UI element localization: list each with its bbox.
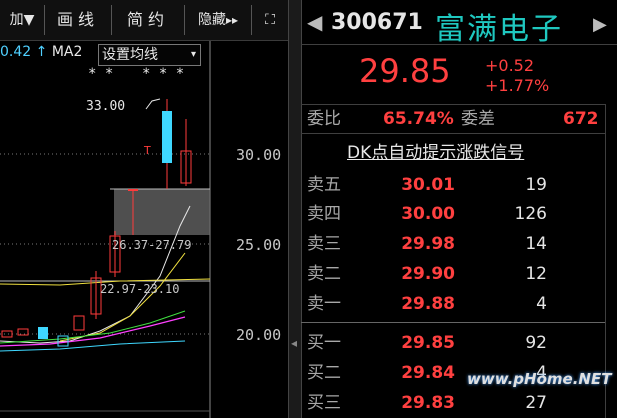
next-stock-icon[interactable]: ▶ bbox=[593, 14, 607, 35]
star-markers-left: * * bbox=[88, 66, 114, 82]
prev-stock-icon[interactable]: ◀ bbox=[307, 10, 322, 34]
bid-label: 买三 bbox=[307, 393, 341, 413]
ask-volume: 12 bbox=[525, 264, 547, 284]
bid-label: 买二 bbox=[307, 363, 341, 383]
ask-row-1[interactable]: 卖一 29.88 4 bbox=[301, 291, 601, 317]
bid-price: 29.85 bbox=[401, 333, 455, 353]
ask-volume: 4 bbox=[536, 294, 547, 314]
last-price: 29.85 bbox=[359, 52, 451, 90]
zone-lower-label: 22.97-23.10 bbox=[100, 282, 180, 296]
change-value: +0.52 bbox=[485, 56, 535, 75]
divider bbox=[301, 133, 605, 134]
watermark: www.pHome.NET bbox=[467, 370, 612, 388]
candle bbox=[73, 315, 85, 331]
divider bbox=[301, 322, 605, 323]
bid-label: 买一 bbox=[307, 333, 341, 353]
ask-label: 卖一 bbox=[307, 294, 341, 314]
ask-row-4[interactable]: 卖四 30.00 126 bbox=[301, 201, 601, 227]
weicha-value: 672 bbox=[563, 109, 599, 129]
ask-row-3[interactable]: 卖三 29.98 14 bbox=[301, 231, 601, 257]
simple-mode-button[interactable]: 简约 bbox=[112, 5, 185, 35]
ma-green-line bbox=[0, 310, 186, 344]
gap-zone bbox=[114, 189, 210, 235]
high-price-label: 33.00 bbox=[86, 99, 126, 114]
high-marker-arrow-icon bbox=[145, 98, 161, 110]
candle bbox=[128, 189, 138, 191]
ask-price: 30.01 bbox=[401, 175, 455, 195]
stock-name: 富满电子 bbox=[435, 12, 563, 47]
chart-toolbar: 加▼ 画线 简约 隐藏▸▸ ⛶ bbox=[0, 0, 290, 41]
add-label: 加 bbox=[9, 12, 24, 28]
ask-price: 30.00 bbox=[401, 204, 455, 224]
divider bbox=[301, 104, 605, 105]
weicha-label: 委差 bbox=[461, 109, 495, 129]
ask-volume: 126 bbox=[514, 204, 547, 224]
hide-button[interactable]: 隐藏▸▸ bbox=[185, 5, 252, 35]
hide-label: 隐藏 bbox=[197, 12, 226, 28]
axis-label-30: 30.00 bbox=[236, 146, 282, 164]
ask-volume: 19 bbox=[525, 175, 547, 195]
weibi-label: 委比 bbox=[307, 109, 341, 129]
ask-price: 29.90 bbox=[401, 264, 455, 284]
change-percent: +1.77% bbox=[485, 76, 550, 95]
double-arrow-right-icon: ▸▸ bbox=[225, 13, 239, 27]
price-change: +0.52 +1.77% bbox=[485, 56, 549, 96]
bid-volume: 92 bbox=[525, 333, 547, 353]
draw-line-button[interactable]: 画线 bbox=[45, 5, 112, 35]
kline-chart[interactable]: T bbox=[0, 41, 288, 418]
add-indicator-button[interactable]: 加▼ bbox=[0, 5, 45, 35]
stock-code: 300671 bbox=[331, 10, 423, 35]
bid-price: 29.84 bbox=[401, 363, 455, 383]
candle bbox=[17, 328, 29, 336]
ask-row-2[interactable]: 卖二 29.90 12 bbox=[301, 261, 601, 287]
star-markers-right: * * * bbox=[142, 66, 185, 82]
ask-label: 卖三 bbox=[307, 234, 341, 254]
candle bbox=[38, 327, 48, 339]
bid-volume: 27 bbox=[525, 393, 547, 413]
ma-yellow-line bbox=[59, 252, 186, 342]
ask-label: 卖四 bbox=[307, 204, 341, 224]
ask-price: 29.88 bbox=[401, 294, 455, 314]
ask-label: 卖二 bbox=[307, 264, 341, 284]
panel-splitter[interactable]: ◂ bbox=[288, 0, 302, 418]
ask-row-5[interactable]: 卖五 30.01 19 bbox=[301, 172, 601, 198]
weibi-value: 65.74% bbox=[383, 109, 454, 129]
ask-label: 卖五 bbox=[307, 175, 341, 195]
chevron-left-icon[interactable]: ◂ bbox=[289, 335, 299, 351]
ask-volume: 14 bbox=[525, 234, 547, 254]
candle bbox=[162, 111, 172, 163]
t-marker: T bbox=[143, 144, 151, 157]
quote-panel: ◀ 300671 富满电子 ▶ 29.85 +0.52 +1.77% 委比 65… bbox=[301, 0, 617, 418]
signal-link[interactable]: DK点自动提示涨跌信号 bbox=[347, 138, 524, 163]
bid-row-1[interactable]: 买一 29.85 92 bbox=[301, 330, 601, 356]
axis-label-25: 25.00 bbox=[236, 236, 282, 254]
divider bbox=[301, 44, 617, 45]
ask-price: 29.98 bbox=[401, 234, 455, 254]
zone-upper-label: 26.37-27.79 bbox=[112, 238, 192, 252]
weibi-row: 委比 65.74% 委差 672 bbox=[301, 106, 601, 132]
candle bbox=[1, 330, 13, 338]
axis-label-20: 20.00 bbox=[236, 326, 282, 344]
fullscreen-icon[interactable]: ⛶ bbox=[252, 5, 288, 35]
bid-price: 29.83 bbox=[401, 393, 455, 413]
bid-row-3[interactable]: 买三 29.83 27 bbox=[301, 390, 601, 416]
chevron-down-icon: ▼ bbox=[23, 12, 35, 28]
